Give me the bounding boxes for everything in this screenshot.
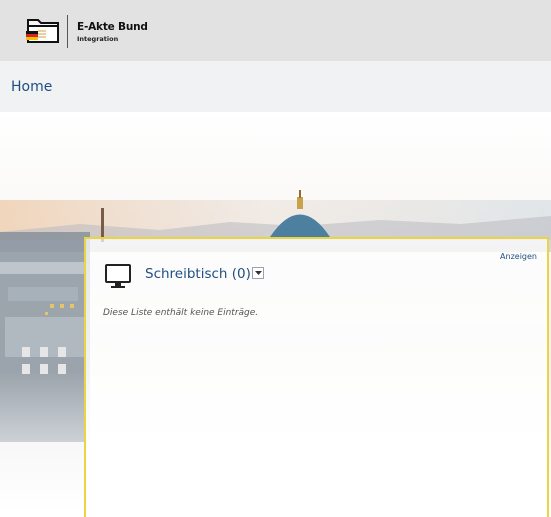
- logo-divider: [67, 15, 68, 48]
- app-title: E-Akte Bund: [77, 21, 148, 33]
- folder-flag-icon[interactable]: [25, 14, 61, 46]
- dropdown-button[interactable]: [252, 267, 264, 279]
- chevron-down-icon: [255, 271, 262, 275]
- show-link[interactable]: Anzeigen: [500, 252, 537, 261]
- panel-title[interactable]: Schreibtisch (0): [145, 266, 251, 282]
- empty-list-message: Diese Liste enthält keine Einträge.: [103, 308, 259, 318]
- header-bar: E-Akte Bund Integration: [0, 0, 551, 61]
- breadcrumb-home-link[interactable]: Home: [11, 79, 52, 95]
- monitor-icon: [104, 263, 132, 290]
- app-subtitle: Integration: [77, 35, 119, 43]
- breadcrumb: [0, 61, 551, 113]
- desk-panel: Anzeigen Schreibtisch (0) Diese Liste en…: [84, 237, 549, 517]
